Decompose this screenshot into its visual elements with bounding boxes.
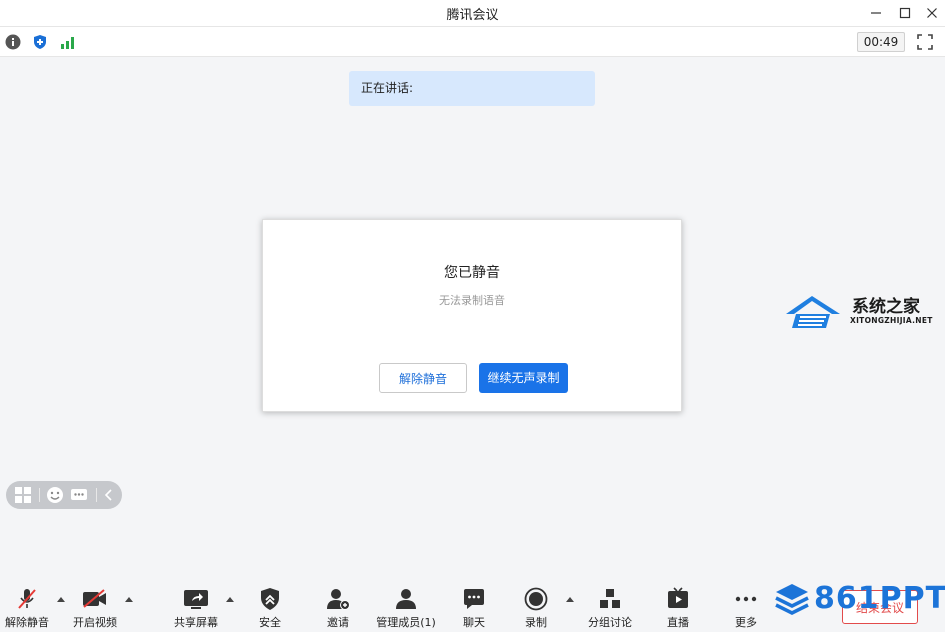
manage-members-button[interactable]: 管理成员(1) — [372, 578, 440, 632]
meeting-info-button[interactable] — [4, 33, 21, 50]
start-video-label: 开启视频 — [73, 616, 117, 629]
minimize-button[interactable] — [866, 3, 886, 23]
close-icon — [927, 8, 937, 18]
close-button[interactable] — [922, 3, 942, 23]
invite-label: 邀请 — [327, 616, 349, 629]
speaking-label: 正在讲话: — [361, 81, 414, 95]
start-video-button[interactable]: 开启视频 — [70, 578, 120, 632]
share-options-caret[interactable] — [226, 597, 234, 602]
security-label: 安全 — [259, 616, 281, 629]
chat-button[interactable]: 聊天 — [454, 578, 494, 632]
861ppt-text: 861PPT — [814, 581, 945, 616]
share-screen-icon — [183, 586, 209, 612]
unmute-button[interactable]: 解除静音 — [379, 363, 467, 393]
more-button[interactable]: 更多 — [726, 578, 766, 632]
dialog-title: 您已静音 — [444, 265, 500, 281]
speaking-indicator: 正在讲话: — [349, 71, 595, 106]
security-button[interactable]: 安全 — [250, 578, 290, 632]
emoji-icon — [47, 487, 63, 503]
continue-silent-record-button[interactable]: 继续无声录制 — [479, 363, 568, 393]
network-quality-button[interactable] — [59, 33, 76, 50]
live-stream-label: 直播 — [667, 616, 689, 629]
divider — [96, 488, 97, 502]
members-icon — [393, 586, 419, 612]
camera-off-icon — [82, 586, 108, 612]
share-screen-button[interactable]: 共享屏幕 — [171, 578, 221, 632]
more-dots-icon — [733, 586, 759, 612]
meeting-timer: 00:49 — [857, 32, 905, 52]
info-icon — [5, 34, 20, 49]
fullscreen-button[interactable] — [916, 33, 934, 51]
message-icon — [71, 489, 87, 500]
live-stream-button[interactable]: 直播 — [658, 578, 698, 632]
share-screen-label: 共享屏幕 — [174, 616, 218, 629]
unmute-label: 解除静音 — [5, 616, 49, 629]
record-icon — [523, 586, 549, 612]
chevron-left-icon — [104, 489, 112, 501]
record-label: 录制 — [525, 616, 547, 629]
muted-dialog: 您已静音 无法录制语音 解除静音 继续无声录制 — [262, 219, 682, 412]
xitongzhijia-url: XITONGZHIJIA.NET — [850, 316, 933, 325]
invite-button[interactable]: 邀请 — [318, 578, 358, 632]
signal-bars-icon — [60, 36, 74, 49]
encryption-button[interactable] — [31, 33, 48, 50]
861ppt-watermark: 861PPT — [772, 580, 945, 620]
minimize-icon — [871, 12, 881, 14]
window-title: 腾讯会议 — [446, 8, 499, 23]
fullscreen-icon — [917, 34, 933, 50]
layout-button[interactable] — [14, 486, 32, 504]
record-button[interactable]: 录制 — [516, 578, 556, 632]
manage-members-label: 管理成员(1) — [376, 616, 436, 629]
video-options-caret[interactable] — [125, 597, 133, 602]
grid-layout-icon — [15, 487, 31, 503]
collapse-button[interactable] — [100, 486, 118, 504]
bullet-chat-button[interactable] — [70, 486, 88, 504]
xitongzhijia-watermark: 系统之家 XITONGZHIJIA.NET — [782, 292, 932, 332]
chat-bubble-icon — [461, 586, 487, 612]
chat-label: 聊天 — [463, 616, 485, 629]
divider — [39, 488, 40, 502]
dialog-subtitle: 无法录制语音 — [439, 294, 505, 307]
title-bar: 腾讯会议 — [0, 0, 945, 27]
floating-toolbar — [6, 481, 122, 509]
record-options-caret[interactable] — [566, 597, 574, 602]
reaction-button[interactable] — [46, 486, 64, 504]
maximize-button[interactable] — [895, 3, 915, 23]
add-user-icon — [325, 586, 351, 612]
breakout-rooms-label: 分组讨论 — [588, 616, 632, 629]
xitongzhijia-logo-icon — [786, 296, 840, 328]
status-bar: 00:49 — [0, 27, 945, 57]
layers-logo-icon — [775, 584, 809, 615]
shield-icon — [33, 34, 46, 49]
live-tv-icon — [665, 586, 691, 612]
audio-options-caret[interactable] — [57, 597, 65, 602]
breakout-rooms-icon — [597, 586, 623, 612]
xitongzhijia-name: 系统之家 — [852, 297, 920, 317]
security-shield-icon — [257, 586, 283, 612]
maximize-icon — [899, 7, 911, 19]
unmute-toolbar-button[interactable]: 解除静音 — [2, 578, 52, 632]
more-label: 更多 — [735, 616, 757, 629]
microphone-muted-icon — [14, 586, 40, 612]
breakout-rooms-button[interactable]: 分组讨论 — [585, 578, 635, 632]
